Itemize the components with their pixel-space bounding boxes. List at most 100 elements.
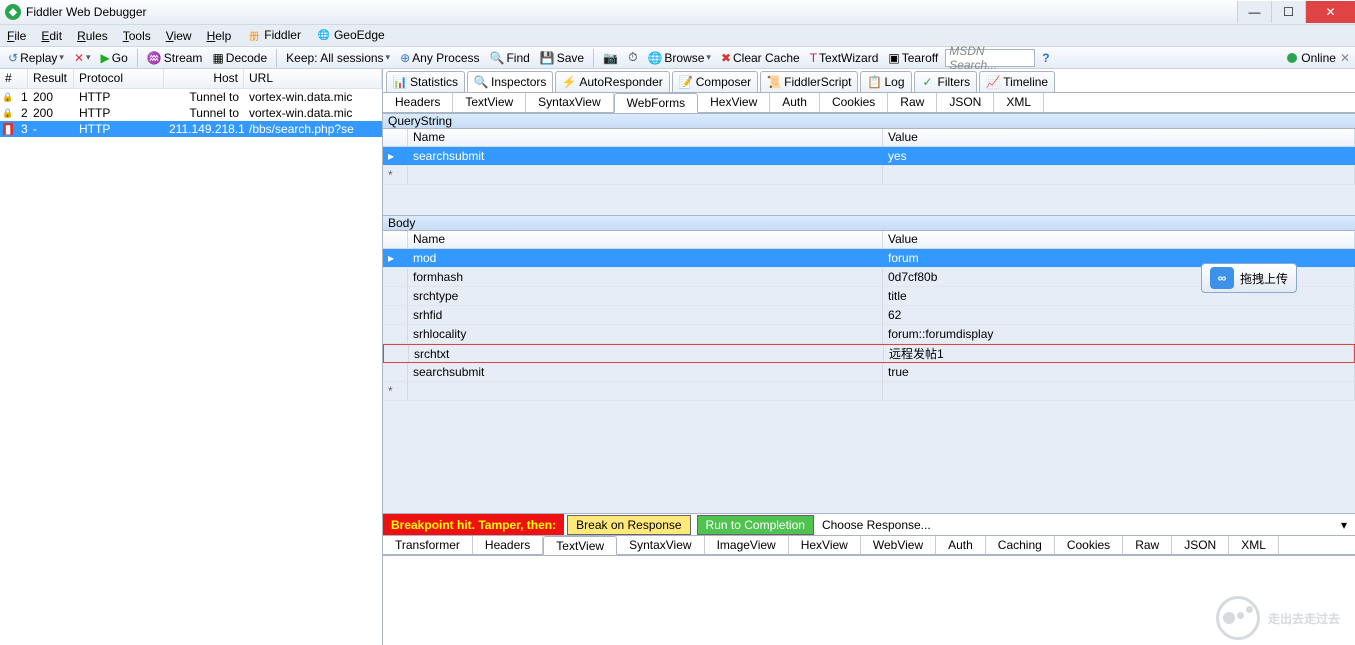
find-button[interactable]: 🔍Find [487,50,533,66]
body-row[interactable]: searchsubmittrue [383,363,1355,382]
tab-log[interactable]: 📋Log [860,71,911,92]
menu-tools[interactable]: Tools [123,29,151,43]
resp-tab-caching[interactable]: Caching [986,536,1055,554]
toolbar-close-icon[interactable]: ✕ [1340,51,1350,65]
upload-button[interactable]: ∞ 拖拽上传 [1201,263,1297,293]
breakpoint-bar: Breakpoint hit. Tamper, then: Break on R… [383,513,1355,535]
body-row[interactable]: srchtxt远程发帖1 [383,344,1355,363]
menu-geoedge[interactable]: 🌐GeoEdge [316,28,385,43]
req-tab-syntaxview[interactable]: SyntaxView [526,93,613,112]
menu-fiddler[interactable]: 册Fiddler [246,28,301,43]
clear-cache-button[interactable]: ✖Clear Cache [718,50,803,66]
close-button[interactable]: ✕ [1305,1,1355,23]
req-tab-cookies[interactable]: Cookies [820,93,888,112]
req-tab-hexview[interactable]: HexView [698,93,770,112]
tab-statistics[interactable]: 📊Statistics [386,71,465,92]
req-tab-json[interactable]: JSON [937,93,994,112]
body-col-name: Name [408,231,883,248]
tab-autoresponder[interactable]: ⚡AutoResponder [555,71,669,92]
replay-button[interactable]: ↺Replay▾ [5,50,67,66]
resp-tab-xml[interactable]: XML [1229,536,1279,554]
break-on-response-button[interactable]: Break on Response [567,515,690,535]
decode-button[interactable]: ▦Decode [209,50,270,66]
composer-icon: 📝 [679,76,693,88]
resp-tab-json[interactable]: JSON [1172,536,1229,554]
menu-edit[interactable]: Edit [41,29,62,43]
watermark: 走出去走过去 [1216,596,1340,640]
menu-view[interactable]: View [166,29,192,43]
tab-timeline[interactable]: 📈Timeline [979,71,1055,92]
upload-icon: ∞ [1210,267,1234,289]
sessions-pane: # Result Protocol Host URL 🔒1200HTTPTunn… [0,69,383,645]
session-row[interactable]: ▮3-HTTP211.149.218.16/bbs/search.php?se [0,121,382,137]
main-tabs: 📊Statistics🔍Inspectors⚡AutoResponder📝Com… [383,69,1355,93]
resp-tab-cookies[interactable]: Cookies [1055,536,1123,554]
online-icon [1287,53,1297,63]
menu-help[interactable]: Help [207,29,232,43]
qs-row[interactable]: ▸searchsubmityes [383,147,1355,166]
col-host[interactable]: Host [164,69,244,88]
session-icon: 🔒 [0,91,16,103]
browse-button[interactable]: 🌐Browse▾ [644,50,714,66]
response-body: 走出去走过去 [383,555,1355,645]
textwizard-button[interactable]: TTextWizard [807,50,882,66]
qs-col-value: Value [883,129,1355,146]
req-tab-textview[interactable]: TextView [453,93,526,112]
resp-tab-auth[interactable]: Auth [936,536,986,554]
run-to-completion-button[interactable]: Run to Completion [697,515,814,535]
resp-tab-textview[interactable]: TextView [543,536,617,555]
choose-response-dropdown[interactable]: Choose Response... [817,518,1333,532]
resp-tab-raw[interactable]: Raw [1123,536,1172,554]
go-button[interactable]: ▶Go [98,50,131,66]
app-icon: ◆ [5,4,21,20]
online-label: Online [1301,51,1336,65]
timer-button[interactable]: ⏱ [625,49,640,66]
col-protocol[interactable]: Protocol [74,69,164,88]
req-tab-auth[interactable]: Auth [770,93,820,112]
menu-file[interactable]: File [7,29,26,43]
any-process[interactable]: ⊕Any Process [397,50,482,66]
minimize-button[interactable]: — [1237,1,1271,23]
session-row[interactable]: 🔒2200HTTPTunnel tovortex-win.data.mic [0,105,382,121]
body-label: Body [383,215,1355,231]
session-row[interactable]: 🔒1200HTTPTunnel tovortex-win.data.mic [0,89,382,105]
dropdown-arrow-icon[interactable]: ▾ [1333,518,1355,532]
req-tab-headers[interactable]: Headers [383,93,453,112]
resp-tab-syntaxview[interactable]: SyntaxView [617,536,704,554]
filters-icon: ✓ [921,76,935,88]
inspector-pane: 📊Statistics🔍Inspectors⚡AutoResponder📝Com… [383,69,1355,645]
resp-tab-imageview[interactable]: ImageView [705,536,789,554]
stream-button[interactable]: ♒Stream [144,50,206,66]
session-icon: 🔒 [0,107,16,119]
col-result[interactable]: Result [28,69,74,88]
menu-rules[interactable]: Rules [77,29,108,43]
tearoff-button[interactable]: ▣Tearoff [885,50,941,66]
keep-sessions[interactable]: Keep: All sessions▾ [283,50,393,66]
tab-fiddlerscript[interactable]: 📜FiddlerScript [760,71,858,92]
req-tab-webforms[interactable]: WebForms [614,93,698,113]
qs-new-row[interactable]: * [383,166,1355,185]
camera-button[interactable]: 📷 [600,50,621,66]
resp-tab-webview[interactable]: WebView [861,536,936,554]
body-row[interactable]: srhlocalityforum::forumdisplay [383,325,1355,344]
app-title: Fiddler Web Debugger [26,5,147,19]
req-tab-xml[interactable]: XML [994,93,1044,112]
tab-composer[interactable]: 📝Composer [672,71,758,92]
body-new-row[interactable]: * [383,382,1355,401]
maximize-button[interactable]: ☐ [1271,1,1305,23]
tab-inspectors[interactable]: 🔍Inspectors [467,71,553,92]
resp-tab-headers[interactable]: Headers [473,536,543,554]
remove-button[interactable]: ✕▾ [71,50,94,66]
body-row[interactable]: srhfid62 [383,306,1355,325]
save-button[interactable]: 💾Save [537,50,587,66]
col-url[interactable]: URL [244,69,382,88]
resp-tab-transformer[interactable]: Transformer [383,536,473,554]
col-num[interactable]: # [0,69,28,88]
timeline-icon: 📈 [986,76,1000,88]
msdn-search-input[interactable]: MSDN Search... [945,49,1035,67]
help-icon[interactable]: ? [1039,50,1052,66]
response-tabs: TransformerHeadersTextViewSyntaxViewImag… [383,535,1355,555]
req-tab-raw[interactable]: Raw [888,93,937,112]
tab-filters[interactable]: ✓Filters [914,71,978,92]
resp-tab-hexview[interactable]: HexView [789,536,861,554]
